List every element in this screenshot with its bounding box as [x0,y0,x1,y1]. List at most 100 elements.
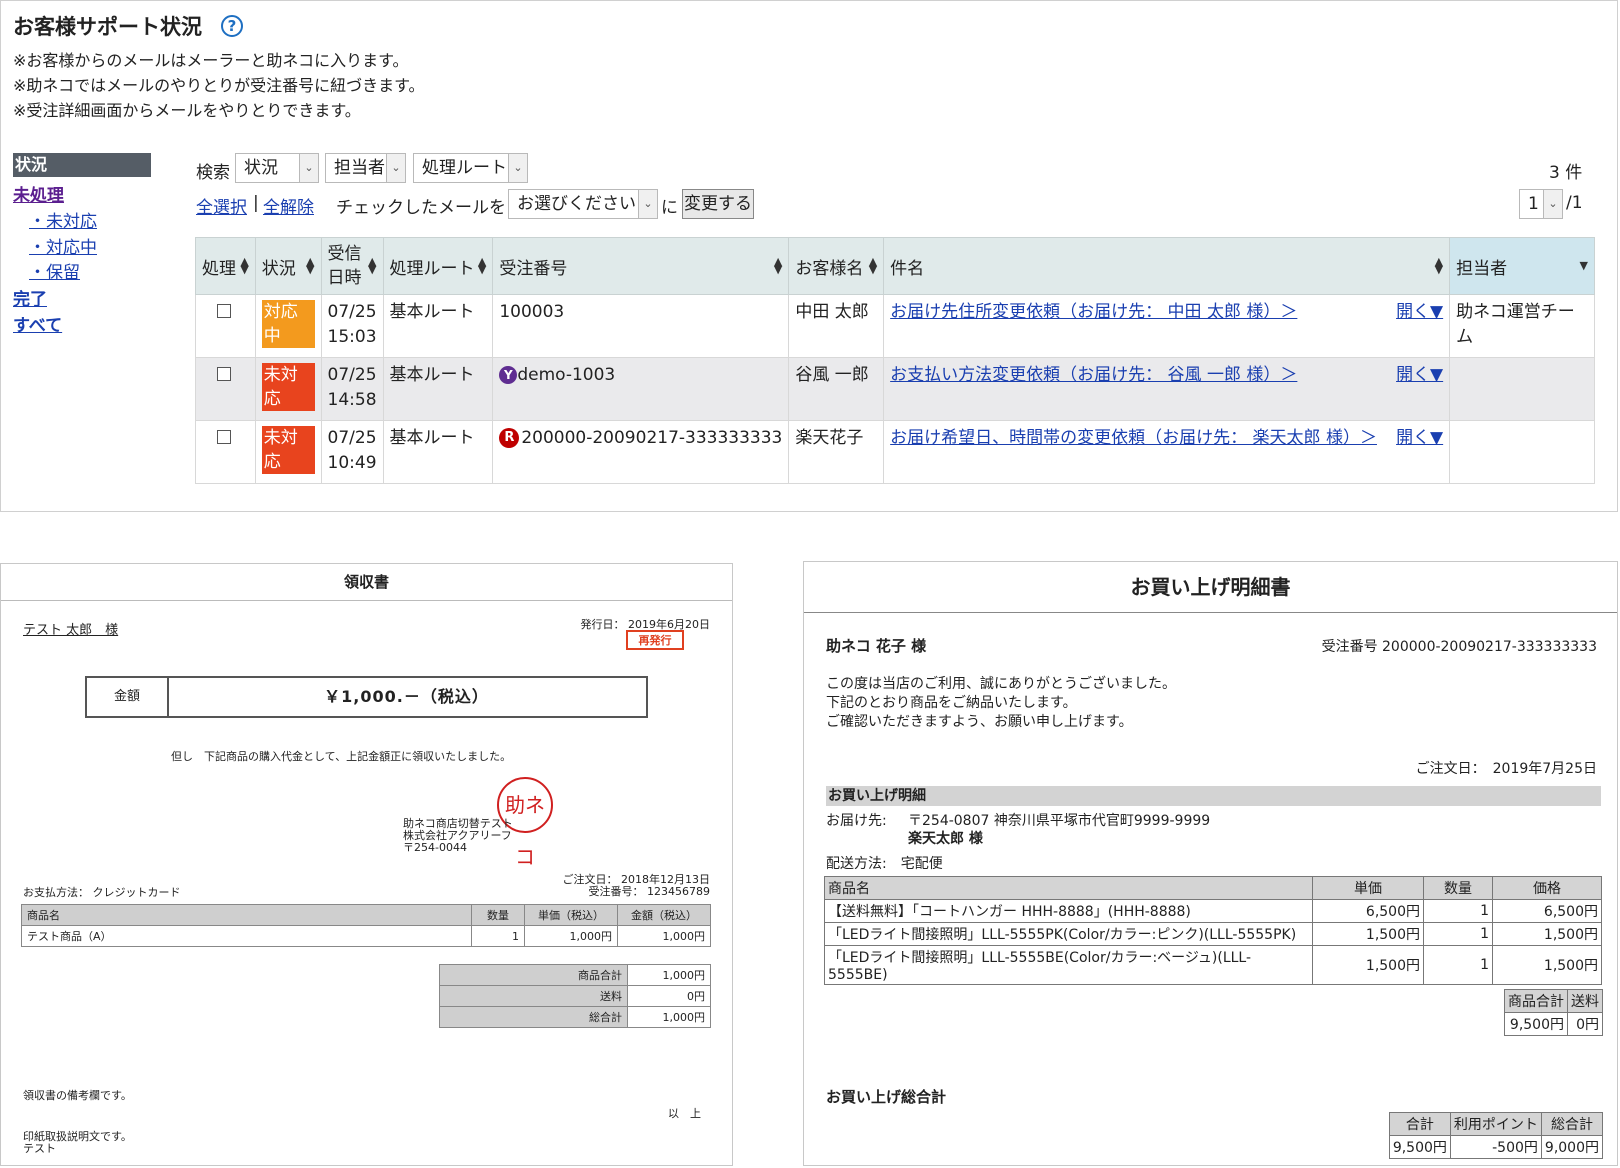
status-select[interactable]: 状況 ⌄ [235,153,319,183]
search-label: 検索 [196,163,230,183]
column-header-subject[interactable]: 件名 ▲ ▼ [883,237,1451,295]
column-header-status[interactable]: 状況 ▲ ▼ [254,237,322,295]
subject-link[interactable]: お届け先住所変更依頼（お届け先： 中田 太郎 様）＞ [890,300,1297,325]
sidebar-item-unprocessed[interactable]: 未処理 [13,181,64,206]
route-select[interactable]: 処理ルート ⌄ [413,153,528,183]
page-select[interactable]: 1 ⌄ [1519,189,1563,219]
statement-title: お買い上げ明細書 [804,562,1617,613]
stamp-note: 印紙取扱説明文です。 テスト [23,1130,132,1155]
deselect-all-link[interactable]: 全解除 [263,193,314,218]
page-select-value: 1 [1528,194,1539,214]
table-row: テスト商品（A） 1 1,000円 1,000円 [21,925,711,947]
received-date: 07/25 [327,302,377,322]
amount-box: 金額 ￥1,000.－（税込） [85,676,648,718]
route-cell: 基本ルート [382,420,494,484]
route-cell: 基本ルート [382,294,494,358]
open-toggle[interactable]: 開く▼ [1396,363,1443,388]
sidebar-item-in-progress[interactable]: ・対応中 [29,233,97,258]
sidebar-item-done[interactable]: 完了 [13,285,47,310]
assignee-cell [1449,420,1595,484]
order-number-cell: R 200000-20090217-333333333 [492,420,790,484]
receipt-items-table: 商品名 数量 単価（税込） 金額（税込） テスト商品（A） 1 1,000円 1… [21,904,711,947]
status-badge: 対応中 [261,300,315,348]
grand-total-table: 合計 利用ポイント 総合計 9,500円 -500円 9,000円 [1388,1112,1604,1159]
checked-mail-label: チェックしたメールを [336,198,506,218]
table-header-row: 商品合計 送料 [1504,989,1603,1013]
statement-order-date: ご注文日： 2019年7月25日 [1415,761,1597,777]
table-header-row: 商品名 単価 数量 価格 [824,876,1602,900]
received-date: 07/25 [327,428,377,448]
receipt-order-info: ご注文日： 2018年12月13日 受注番号： 123456789 [562,873,710,898]
question-circle-icon[interactable]: ? [221,15,243,37]
shop-info: 助ネコ商店切替テスト 株式会社アクアリーフ 〒254-0044 [403,817,513,854]
route-select-value: 処理ルート [422,158,507,178]
select-all-link[interactable]: 全選択 [196,193,247,218]
page-title: お客様サポート状況 [13,15,202,39]
table-row: 「LEDライト間接照明」LLL-5555PK(Color/カラー:ピンク)(LL… [824,922,1602,946]
received-time: 10:49 [327,453,377,473]
support-status-panel: お客様サポート状況 ? ※お客様からのメールはメーラーと助ネコに入ります。 ※助… [0,0,1618,512]
column-header-order-no[interactable]: 受注番号 ▲ ▼ [492,237,790,295]
sidebar-item-not-handled[interactable]: ・未対応 [29,207,97,232]
sidebar-item-on-hold[interactable]: ・保留 [29,258,80,283]
row-checkbox[interactable] [217,367,231,381]
receipt-panel: 領収書 テスト 太郎 様 発行日： 2019年6月20日 再発行 金額 ￥1,0… [0,563,733,1166]
action-select[interactable]: お選びください ⌄ [508,189,658,219]
amount-label: 金額 [87,678,169,716]
sidebar-item-all[interactable]: すべて [13,311,62,336]
sort-icon: ▲ ▼ [773,255,783,276]
column-header-process[interactable]: 処理 ▲ ▼ [195,237,256,295]
greeting-text: この度は当店のご利用、誠にありがとうございました。 下記のとおり商品をご納品いたし… [826,676,1176,730]
page-total: /1 [1566,193,1583,213]
row-checkbox[interactable] [217,430,231,444]
table-row: 9,500円 0円 [1504,1012,1603,1036]
customer-cell: 楽天花子 [788,420,885,484]
chevron-down-icon: ⌄ [508,154,527,182]
open-toggle[interactable]: 開く▼ [1396,300,1443,325]
table-row: 商品合計 1,000円 [439,964,711,986]
assignee-cell: 助ネコ運営チーム [1449,294,1595,358]
table-row: 9,500円 -500円 9,000円 [1388,1135,1604,1159]
route-cell: 基本ルート [382,357,494,421]
action-select-value: お選びください [517,194,636,214]
receipt-totals-table: 商品合計 1,000円 送料 0円 総合計 1,000円 [439,964,711,1028]
open-toggle[interactable]: 開く▼ [1396,426,1443,451]
payment-method: お支払方法： クレジットカード [23,886,181,899]
column-header-customer[interactable]: お客様名 ▲ ▼ [788,237,885,295]
chevron-down-icon: ⌄ [386,154,405,182]
table-header-row: 合計 利用ポイント 総合計 [1388,1112,1604,1136]
ship-to-label: お届け先: [826,813,887,829]
ship-to-name: 楽天太郎 様 [908,831,983,847]
chevron-down-icon: ⌄ [1543,190,1562,218]
note-line: ※助ネコではメールのやりとりが受注番号に紐づきます。 [13,76,425,95]
end-mark: 以 上 [668,1107,701,1120]
chevron-down-icon: ⌄ [638,190,657,218]
sidebar-header: 状況 [13,153,151,177]
note-line: ※受注詳細画面からメールをやりとりできます。 [13,101,361,120]
table-header-row: 商品名 数量 単価（税込） 金額（税込） [21,904,711,926]
row-checkbox[interactable] [217,304,231,318]
delivery-method: 配送方法: 宅配便 [826,856,943,872]
customer-cell: 中田 太郎 [788,294,885,358]
statement-panel: お買い上げ明細書 助ネコ 花子 様 受注番号 200000-20090217-3… [803,561,1618,1166]
assignee-select-value: 担当者 [334,158,385,178]
subject-link[interactable]: お支払い方法変更依頼（お届け先： 谷風 一郎 様）＞ [890,363,1297,388]
status-badge: 未対応 [261,426,315,474]
sort-desc-icon: ▼ [1579,259,1588,272]
subject-link[interactable]: お届け希望日、時間帯の変更依頼（お届け先： 楽天太郎 様）＞ [890,426,1377,451]
column-header-assignee[interactable]: 担当者 ▼ [1449,237,1595,295]
note-line: ※お客様からのメールはメーラーと助ネコに入ります。 [13,51,409,70]
sort-icon: ▲ ▼ [868,255,878,276]
chevron-down-icon: ⌄ [299,154,318,182]
mail-table: 処理 ▲ ▼ 状況 ▲ ▼ 受信日時 ▲ ▼ 処理ルート ▲ ▼ 受注番号 ▲ ▼ お客様名 ▲ ▼ 件… [195,237,1595,484]
subtotal-table: 商品合計 送料 9,500円 0円 [1504,989,1603,1036]
column-header-received[interactable]: 受信日時 ▲ ▼ [320,237,384,295]
section-header: お買い上げ明細 [826,786,1601,806]
receipt-customer: テスト 太郎 様 [23,623,119,638]
yahoo-icon: Y [499,366,518,384]
sort-icon: ▲ ▼ [368,255,377,276]
change-button[interactable]: 変更する [682,189,754,219]
column-header-route[interactable]: 処理ルート ▲ ▼ [382,237,494,295]
assignee-select[interactable]: 担当者 ⌄ [325,153,406,183]
table-header-row: 処理 ▲ ▼ 状況 ▲ ▼ 受信日時 ▲ ▼ 処理ルート ▲ ▼ 受注番号 ▲ ▼ お客様名 ▲ ▼ 件… [195,237,1595,295]
